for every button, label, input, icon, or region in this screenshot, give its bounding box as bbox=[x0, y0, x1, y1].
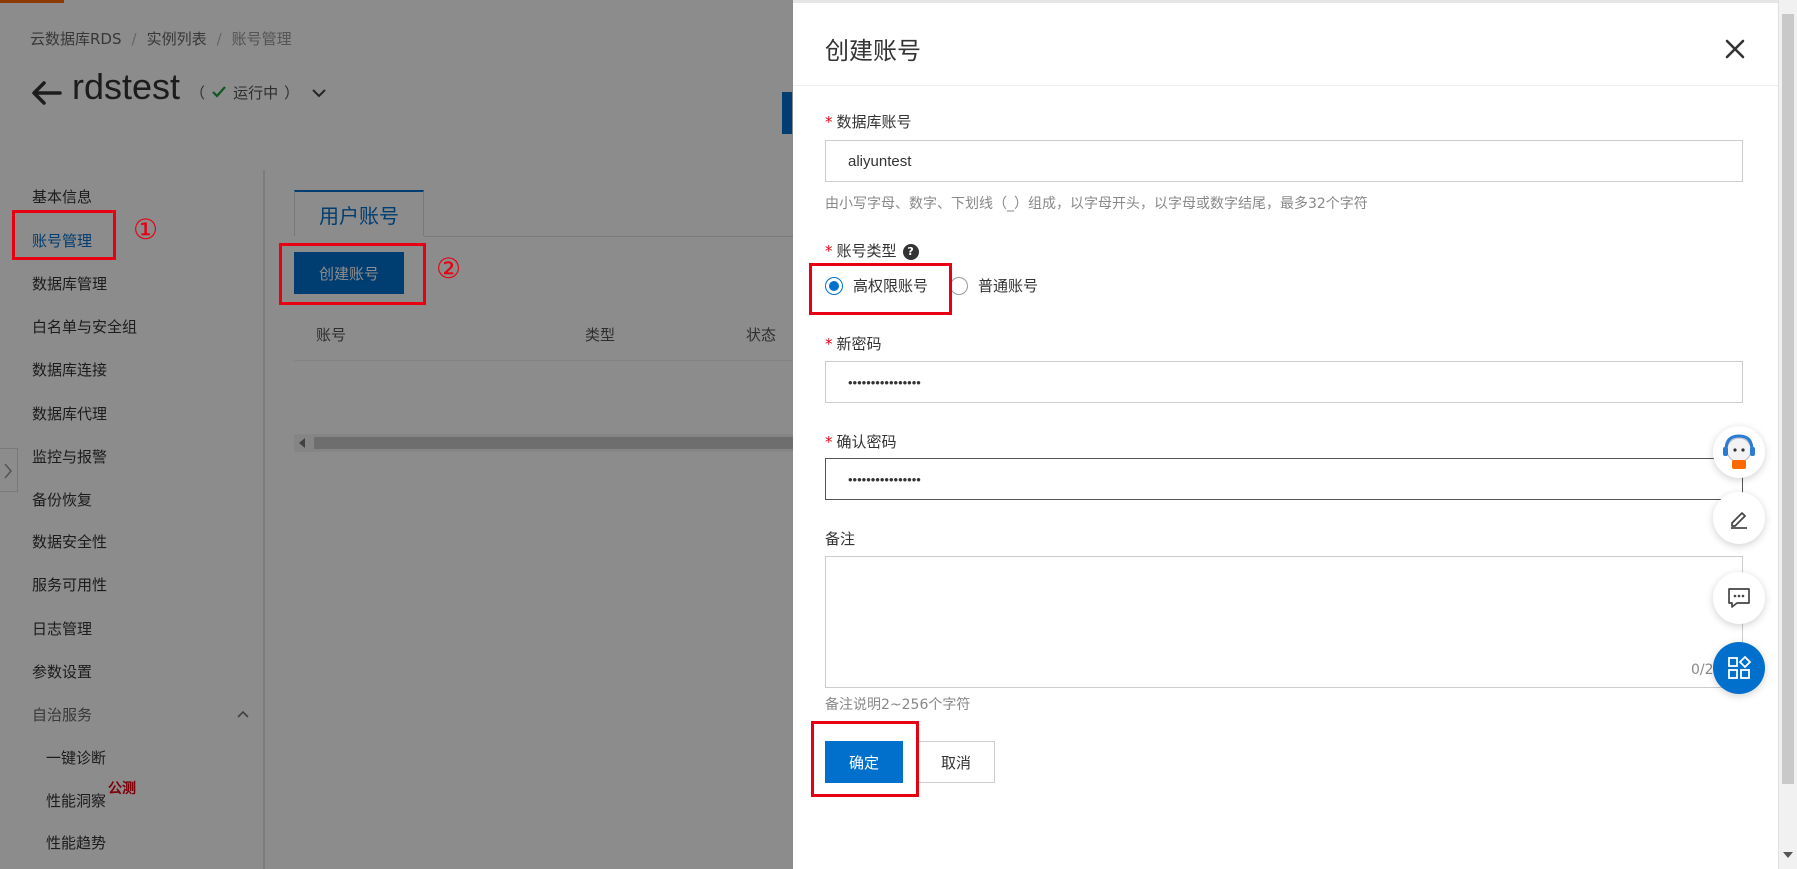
account-type-label-text: 账号类型 bbox=[836, 242, 897, 260]
new-password-label-text: 新密码 bbox=[836, 335, 882, 353]
scrollbar-thumb[interactable] bbox=[1782, 14, 1794, 784]
page-vertical-scrollbar[interactable] bbox=[1778, 0, 1797, 869]
annotation-step-2: ② bbox=[436, 252, 462, 285]
feedback-edit-button[interactable] bbox=[1713, 492, 1765, 544]
remark-textarea[interactable] bbox=[825, 556, 1743, 688]
annotation-box-account-menu bbox=[12, 210, 116, 260]
new-password-input[interactable]: •••••••••••••••• bbox=[825, 361, 1743, 403]
cancel-button[interactable]: 取消 bbox=[917, 741, 995, 783]
close-icon[interactable] bbox=[1723, 37, 1747, 61]
annotation-step-1: ① bbox=[133, 213, 159, 246]
help-icon[interactable]: ? bbox=[902, 243, 919, 260]
radio-standard-label: 普通账号 bbox=[978, 277, 1039, 295]
required-mark: * bbox=[825, 242, 833, 260]
db-account-input[interactable]: aliyuntest bbox=[825, 140, 1743, 182]
radio-standard[interactable] bbox=[950, 276, 969, 295]
new-password-label: * 新密码 bbox=[825, 333, 882, 354]
annotation-box-confirm-button bbox=[811, 721, 919, 797]
edit-icon bbox=[1731, 512, 1747, 529]
confirm-password-label: * 确认密码 bbox=[825, 431, 897, 452]
scroll-down-icon[interactable] bbox=[1783, 852, 1793, 858]
apps-button[interactable] bbox=[1713, 642, 1765, 694]
chat-icon bbox=[1728, 588, 1750, 608]
db-account-label-text: 数据库账号 bbox=[836, 113, 912, 131]
apps-icon bbox=[1728, 655, 1752, 679]
annotation-box-create-button bbox=[279, 243, 426, 305]
required-mark: * bbox=[825, 113, 833, 131]
db-account-label: * 数据库账号 bbox=[825, 111, 912, 132]
assistant-avatar-icon bbox=[1723, 434, 1755, 469]
radio-option-standard[interactable]: 普通账号 bbox=[950, 275, 1038, 296]
annotation-box-privileged-account bbox=[809, 263, 952, 315]
remark-label: 备注 bbox=[825, 530, 856, 548]
remark-char-counter: 0/2 bbox=[1691, 662, 1714, 678]
confirm-password-input[interactable]: •••••••••••••••• bbox=[825, 458, 1743, 500]
assistant-button[interactable] bbox=[1713, 426, 1765, 478]
account-type-label: * 账号类型? bbox=[825, 240, 919, 261]
chat-button[interactable] bbox=[1713, 572, 1765, 624]
required-mark: * bbox=[825, 335, 833, 353]
required-mark: * bbox=[825, 433, 833, 451]
drawer-title: 创建账号 bbox=[825, 37, 921, 65]
create-account-drawer: 创建账号 * 数据库账号 aliyuntest 由小写字母、数字、下划线（_）组成… bbox=[793, 0, 1778, 869]
drawer-header-divider bbox=[793, 85, 1778, 86]
db-account-help-text: 由小写字母、数字、下划线（_）组成，以字母开头，以字母或数字结尾，最多32个字符 bbox=[825, 196, 1368, 212]
remark-help-text: 备注说明2~256个字符 bbox=[825, 697, 971, 713]
modal-overlay[interactable] bbox=[0, 0, 793, 869]
confirm-password-label-text: 确认密码 bbox=[836, 433, 897, 451]
